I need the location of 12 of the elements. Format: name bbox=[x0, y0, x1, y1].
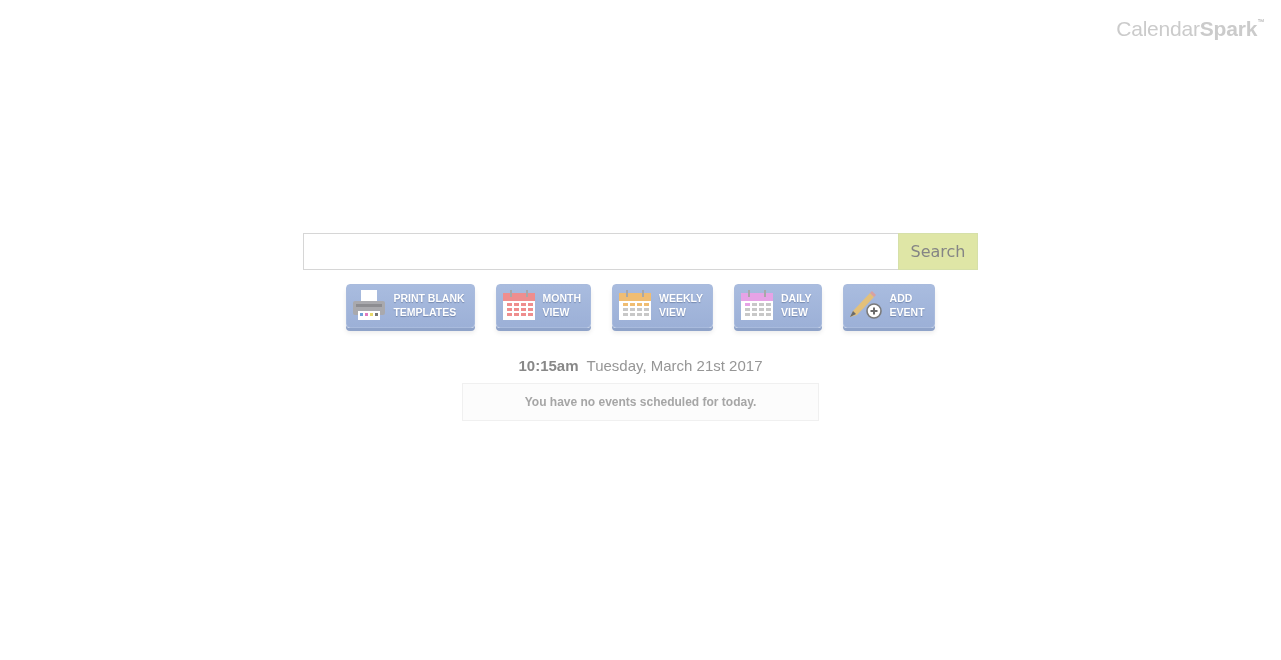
day-view-button[interactable]: DAILY VIEW bbox=[734, 284, 822, 328]
month-view-button[interactable]: MONTH VIEW bbox=[495, 284, 592, 328]
search-button[interactable]: Search bbox=[898, 233, 978, 270]
print-templates-button[interactable]: PRINT BLANK TEMPLATES bbox=[346, 284, 475, 328]
search-field[interactable] bbox=[303, 233, 898, 270]
current-date: Tuesday, March 21st 2017 bbox=[586, 357, 763, 375]
printer-icon bbox=[353, 289, 386, 320]
add-event-button[interactable]: ADD EVENT bbox=[842, 284, 935, 328]
pencil-plus-icon bbox=[849, 289, 882, 320]
no-events-message: You have no events scheduled for today. bbox=[524, 395, 757, 409]
current-time: 10:15am bbox=[518, 357, 579, 375]
week-view-button[interactable]: WEEKLY VIEW bbox=[612, 284, 714, 328]
